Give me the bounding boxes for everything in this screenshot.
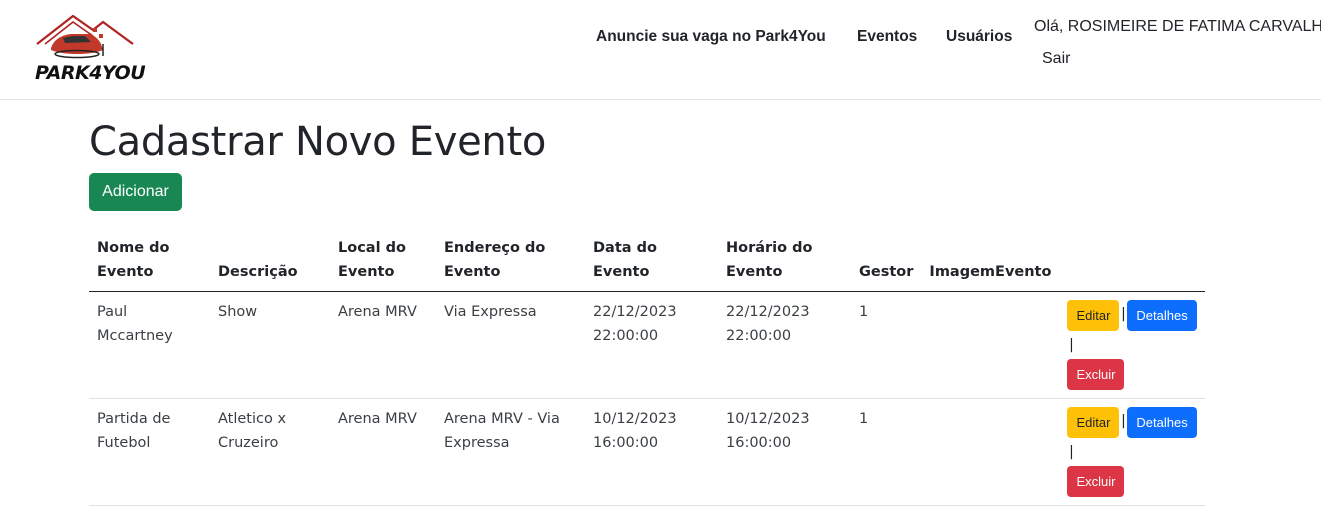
cell-data: 22/12/2023 22:00:00 [585,291,718,399]
cell-gestor: 1 [851,398,922,506]
cell-endereco: Arena MRV - Via Expressa [436,398,585,506]
cell-actions: Editar | Detalhes| Excluir [1059,291,1205,399]
column-header-descricao: Descrição [210,232,330,292]
edit-button[interactable]: Editar [1067,407,1120,438]
cell-endereco: Via Expressa [436,291,585,399]
house-car-logo-icon [36,14,134,59]
cell-local: Arena MRV [330,398,436,506]
cell-data: 10/12/2023 16:00:00 [585,398,718,506]
column-header-endereco: Endereço do Evento [436,232,585,292]
column-header-local: Local do Evento [330,232,436,292]
cell-horario: 22/12/2023 22:00:00 [718,291,851,399]
add-event-button[interactable]: Adicionar [89,173,182,211]
column-header-data: Data do Evento [585,232,718,292]
column-header-nome: Nome do Evento [89,232,210,292]
events-table: Nome do Evento Descrição Local do Evento… [89,232,1205,506]
details-button[interactable]: Detalhes [1127,300,1197,331]
cell-local: Arena MRV [330,291,436,399]
action-separator: | [1069,337,1074,353]
table-row: Partida de Futebol Atletico x Cruzeiro A… [89,398,1205,506]
edit-button[interactable]: Editar [1067,300,1120,331]
column-header-imagem: ImagemEvento [921,232,1060,292]
cell-imagem [921,398,1060,506]
action-separator: | [1120,413,1126,429]
cell-actions: Editar | Detalhes| Excluir [1059,398,1205,506]
brand-name: PARK4YOU [35,62,146,84]
nav-link-usuarios[interactable]: Usuários [946,28,1012,46]
action-separator: | [1120,306,1126,322]
nav-link-anuncie[interactable]: Anuncie sua vaga no Park4You [596,28,826,46]
logout-link[interactable]: Sair [1042,50,1070,68]
navbar: PARK4YOU Anuncie sua vaga no Park4You Ev… [0,0,1321,100]
details-button[interactable]: Detalhes [1127,407,1197,438]
cell-descricao: Atletico x Cruzeiro [210,398,330,506]
cell-imagem [921,291,1060,399]
table-row: Paul Mccartney Show Arena MRV Via Expres… [89,291,1205,399]
cell-nome: Partida de Futebol [89,398,210,506]
user-greeting: Olá, ROSIMEIRE DE FATIMA CARVALHO [1034,18,1321,35]
cell-horario: 10/12/2023 16:00:00 [718,398,851,506]
cell-nome: Paul Mccartney [89,291,210,399]
cell-gestor: 1 [851,291,922,399]
column-header-actions [1059,232,1205,292]
table-header-row: Nome do Evento Descrição Local do Evento… [89,232,1205,292]
column-header-horario: Horário do Evento [718,232,851,292]
delete-button[interactable]: Excluir [1067,466,1125,497]
cell-descricao: Show [210,291,330,399]
delete-button[interactable]: Excluir [1067,359,1125,390]
page-title: Cadastrar Novo Evento [89,119,547,165]
park4you-logo[interactable]: PARK4YOU [33,14,146,90]
column-header-gestor: Gestor [851,232,922,292]
nav-link-eventos[interactable]: Eventos [857,28,917,46]
action-separator: | [1069,444,1074,460]
